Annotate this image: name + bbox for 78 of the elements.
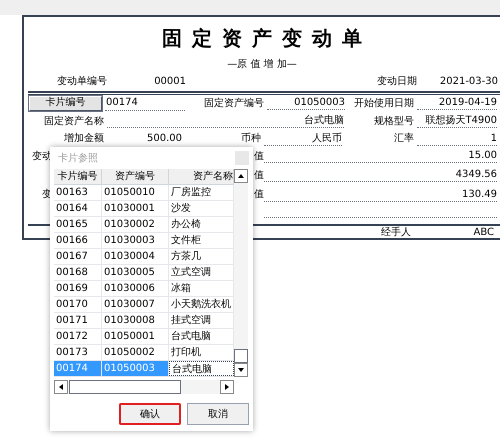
form-title: 固定资产变动单 (161, 25, 372, 51)
field-value: ABC (472, 226, 494, 240)
table-cell: 01030008 (102, 313, 169, 328)
table-cell: 00167 (54, 249, 102, 264)
table-cell: 01030001 (102, 201, 169, 216)
field-value: 00001 (153, 75, 186, 89)
field-label: 开始使用日期 (353, 96, 415, 111)
table-cell: 01050010 (102, 185, 169, 200)
field-value: 1 (417, 132, 497, 146)
table-row[interactable]: 00166 01030003 文件柜 (54, 233, 234, 249)
field-value: 4349.56 (264, 168, 497, 182)
table-row[interactable]: 00171 01030008 挂式空调 (54, 313, 234, 329)
table-row[interactable]: 00167 01030004 方茶几 (54, 249, 234, 265)
field-label: 固定资产编号 (203, 96, 265, 111)
field-value: 500.00 (146, 132, 182, 146)
field-label: 币种 (240, 132, 262, 146)
field-value: 台式电脑 (107, 114, 344, 128)
card-number-button[interactable]: 卡片编号 (29, 96, 102, 111)
field-value: 2021-03-30 (438, 75, 498, 89)
table-row[interactable]: 00169 01030006 冰箱 (54, 281, 234, 297)
table-cell: 00163 (54, 185, 102, 200)
field-label: 值 (254, 188, 264, 202)
table-cell: 01030003 (102, 233, 169, 248)
column-header[interactable]: 卡片编号 (54, 169, 102, 184)
table-row[interactable]: 00165 01030002 办公椅 (54, 217, 234, 233)
table-cell: 01030004 (102, 249, 169, 264)
field-label: 值 (254, 168, 264, 183)
table-cell: 00169 (54, 281, 102, 296)
table-cell: 00166 (54, 233, 102, 248)
scrollbar-thumb[interactable] (69, 380, 181, 394)
scrollbar-thumb[interactable] (234, 349, 248, 363)
table-cell: 01050001 (102, 329, 169, 344)
field-label: 变动日期 (376, 74, 418, 89)
confirm-button[interactable]: 确认 (119, 403, 181, 425)
form-subtitle: —原 值 增 加— (227, 59, 297, 71)
scroll-left-icon[interactable] (54, 380, 68, 394)
table-row[interactable]: 00168 01030005 立式空调 (54, 265, 234, 281)
table-cell: 01030007 (102, 297, 169, 312)
card-number-input[interactable]: 00174 (105, 96, 185, 111)
table-cell: 00172 (54, 329, 102, 344)
field-value: 2019-04-19 (417, 96, 497, 110)
table-cell: 00171 (54, 313, 102, 328)
field-label: 增加金额 (63, 132, 105, 146)
table-row[interactable]: 00172 01050001 台式电脑 (54, 329, 234, 345)
vertical-scrollbar[interactable] (234, 169, 248, 377)
scroll-up-icon[interactable] (234, 169, 248, 183)
table-cell: 01030006 (102, 281, 169, 296)
table-row[interactable]: 00170 01030007 小天鹅洗衣机 (54, 297, 234, 313)
field-label: 值 (254, 150, 264, 164)
field-value: 人民币 (264, 132, 342, 146)
field-label: 经手人 (380, 226, 412, 240)
table-row[interactable]: 00164 01030001 沙发 (54, 201, 234, 217)
field-value: 联想扬天T4900 (417, 114, 497, 128)
field-value: 130.49 (264, 188, 497, 202)
cancel-button[interactable]: 取消 (187, 403, 249, 425)
scroll-right-icon[interactable] (220, 380, 234, 394)
table-cell: 00170 (54, 297, 102, 312)
scroll-down-icon[interactable] (234, 363, 248, 377)
table-cell: 01030005 (102, 265, 169, 280)
table-cell: 01050003 (102, 361, 169, 376)
table-cell: 00165 (54, 217, 102, 232)
field-value: 01050003 (267, 96, 345, 110)
dialog-title: 卡片参照 (58, 152, 98, 166)
table-cell: 00174 (54, 361, 102, 376)
table-cell: 00164 (54, 201, 102, 216)
table-row[interactable]: 00163 01050010 厂房监控 (54, 185, 234, 201)
table-row[interactable]: 00174 01050003 台式电脑 (54, 361, 234, 377)
field-label: 汇率 (393, 132, 415, 146)
table-cell: 00168 (54, 265, 102, 280)
horizontal-scrollbar[interactable] (54, 380, 234, 394)
field-label: 规格型号 (373, 114, 415, 129)
field-value: 15.00 (264, 149, 497, 163)
table-cell: 01050002 (102, 345, 169, 360)
field-label: 固定资产名称 (43, 114, 105, 129)
table-cell: 01030002 (102, 217, 169, 232)
table-cell: 00173 (54, 345, 102, 360)
field-label: 变动单编号 (56, 74, 108, 89)
column-header[interactable]: 资产编号 (102, 169, 169, 184)
